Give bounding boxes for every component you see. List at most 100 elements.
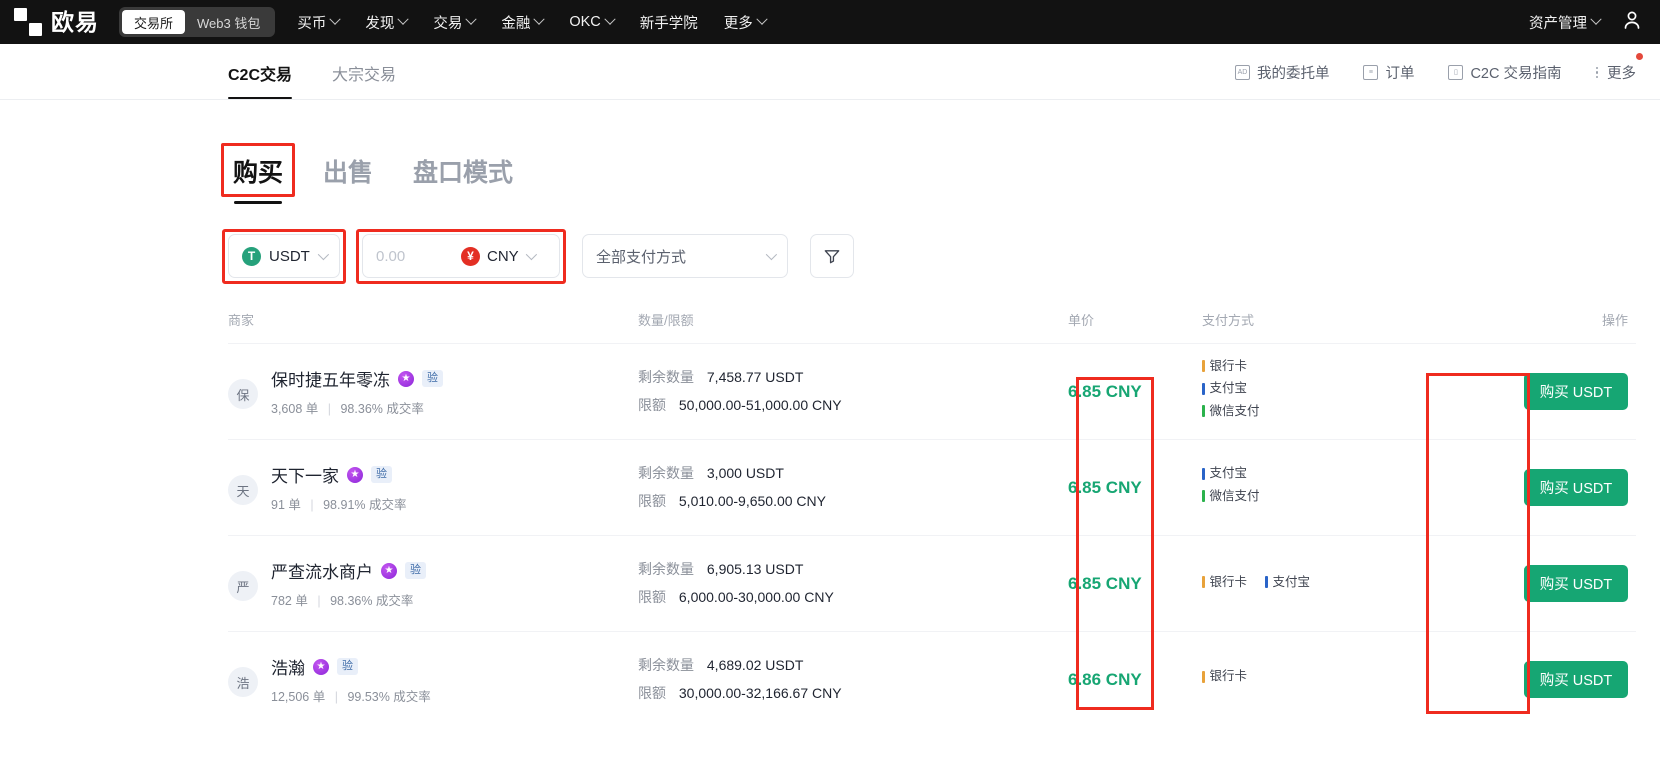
- payment-list: 支付宝 微信支付: [1202, 465, 1392, 507]
- link-label: C2C 交易指南: [1470, 66, 1562, 82]
- nav-label: 金融: [501, 15, 531, 32]
- payment-color-bar: [1202, 382, 1205, 395]
- buy-usdt-button[interactable]: 购买 USDT: [1524, 469, 1628, 506]
- action-cell: 购买 USDT: [1392, 661, 1636, 698]
- merchant-name[interactable]: 浩瀚: [271, 654, 305, 679]
- merchant-cell: 浩 浩瀚 ★ 验 12,506 单 | 99.53% 成交率: [228, 654, 638, 705]
- merchant-cell: 严 严查流水商户 ★ 验 782 单 | 98.36% 成交率: [228, 558, 638, 609]
- completion-rate: 98.36% 成交率: [340, 402, 424, 416]
- table-row[interactable]: 严 严查流水商户 ★ 验 782 单 | 98.36% 成交率 剩余数量 6,9…: [228, 535, 1636, 631]
- cny-currency-icon: ¥: [461, 246, 480, 266]
- payment-cell: 支付宝 微信支付: [1202, 465, 1392, 510]
- header-price: 单价: [1068, 313, 1095, 328]
- available-label: 剩余数量: [638, 465, 694, 482]
- brand-logo[interactable]: 欧易: [14, 8, 99, 36]
- payment-color-bar: [1202, 670, 1205, 683]
- nav-item-asset-management[interactable]: 资产管理: [1529, 12, 1602, 33]
- available-label: 剩余数量: [638, 657, 694, 674]
- limit-label: 限额: [638, 588, 666, 605]
- merchant-name[interactable]: 严查流水商户: [271, 558, 373, 583]
- amount-filter[interactable]: ¥ CNY: [362, 234, 560, 278]
- payment-name: 银行卡: [1209, 574, 1248, 589]
- nav-item-more[interactable]: 更多: [723, 12, 768, 33]
- tab-orderbook-mode[interactable]: 盘口模式: [408, 150, 518, 192]
- available-value: 6,905.13 USDT: [706, 561, 804, 578]
- account-avatar-button[interactable]: [1620, 8, 1644, 37]
- notification-dot: [1636, 53, 1643, 60]
- payment-list: 银行卡: [1202, 668, 1392, 687]
- stat-separator: |: [310, 498, 314, 512]
- avatar: 严: [228, 571, 258, 601]
- merchant-name[interactable]: 保时捷五年零冻: [271, 366, 390, 391]
- payment-method-select[interactable]: 全部支付方式: [582, 234, 788, 278]
- avatar: 天: [228, 475, 258, 505]
- nav-item-academy[interactable]: 新手学院: [640, 12, 698, 33]
- payment-tag: 银行卡: [1202, 358, 1392, 377]
- currency-select[interactable]: ¥ CNY: [461, 246, 546, 266]
- buy-usdt-button[interactable]: 购买 USDT: [1524, 661, 1628, 698]
- section-tabs: C2C交易 大宗交易: [228, 44, 396, 99]
- main-content: 购买 出售 盘口模式 T USDT ¥ CNY: [0, 100, 1660, 727]
- merchant-stats: 3,608 单 | 98.36% 成交率: [271, 398, 443, 417]
- tab-buy[interactable]: 购买: [221, 143, 296, 204]
- link-my-orders[interactable]: AD 我的委托单: [1234, 62, 1329, 83]
- available-value: 3,000 USDT: [706, 465, 784, 482]
- secondary-navigation-bar: C2C交易 大宗交易 AD 我的委托单 ≡ 订单 ▯ C2C 交易指南 更多: [0, 44, 1660, 100]
- order-count: 782 单: [271, 594, 308, 608]
- link-c2c-guide[interactable]: ▯ C2C 交易指南: [1448, 62, 1562, 83]
- tab-c2c-trading[interactable]: C2C交易: [228, 61, 293, 99]
- payment-name: 银行卡: [1209, 359, 1248, 374]
- tab-sell[interactable]: 出售: [318, 150, 378, 192]
- star-badge-icon: ★: [398, 370, 414, 387]
- merchant-cell: 天 天下一家 ★ 验 91 单 | 98.91% 成交率: [228, 462, 638, 513]
- nav-item-buy-crypto[interactable]: 买币: [297, 12, 342, 33]
- link-label: 订单: [1385, 66, 1415, 82]
- segment-web3-wallet[interactable]: Web3 钱包: [185, 10, 272, 34]
- limit-value: 5,010.00-9,650.00 CNY: [678, 492, 826, 509]
- table-row[interactable]: 保 保时捷五年零冻 ★ 验 3,608 单 | 98.36% 成交率 剩余数量 …: [228, 343, 1636, 439]
- stat-separator: |: [327, 402, 331, 416]
- nav-label: 新手学院: [639, 15, 698, 32]
- merchant-name[interactable]: 天下一家: [271, 462, 339, 487]
- limit-label: 限额: [638, 396, 666, 413]
- nav-label: 买币: [297, 15, 327, 32]
- table-row[interactable]: 天 天下一家 ★ 验 91 单 | 98.91% 成交率 剩余数量 3,000 …: [228, 439, 1636, 535]
- chevron-down-icon: [525, 248, 537, 261]
- segment-exchange[interactable]: 交易所: [122, 10, 186, 34]
- buy-usdt-button[interactable]: 购买 USDT: [1524, 565, 1628, 602]
- more-vertical-icon: [1595, 66, 1598, 79]
- coin-select[interactable]: T USDT: [228, 234, 340, 278]
- payment-cell: 银行卡: [1202, 668, 1392, 690]
- nav-label: 更多: [723, 15, 753, 32]
- nav-item-finance[interactable]: 金融: [501, 12, 546, 33]
- link-orders[interactable]: ≡ 订单: [1363, 62, 1414, 83]
- table-row[interactable]: 浩 浩瀚 ★ 验 12,506 单 | 99.53% 成交率 剩余数量 4,68…: [228, 631, 1636, 727]
- nav-label: OKC: [569, 14, 601, 30]
- nav-item-discover[interactable]: 发现: [365, 12, 410, 33]
- link-more[interactable]: 更多: [1595, 53, 1643, 83]
- amount-cell: 剩余数量 3,000 USDT 限额 5,010.00-9,650.00 CNY: [638, 460, 1068, 515]
- unit-price: 6.86 CNY: [1068, 669, 1142, 689]
- nav-item-okc[interactable]: OKC: [569, 13, 616, 30]
- user-icon: [1624, 11, 1640, 29]
- verified-badge: 验: [337, 658, 358, 675]
- price-cell: 6.85 CNY: [1068, 382, 1202, 402]
- amount-input[interactable]: [363, 235, 461, 277]
- limit-value: 50,000.00-51,000.00 CNY: [678, 396, 842, 413]
- limit-row: 限额 6,000.00-30,000.00 CNY: [638, 584, 1068, 611]
- header-merchant: 商家: [228, 313, 255, 328]
- coin-select-wrapper: T USDT: [222, 229, 346, 284]
- product-switch[interactable]: 交易所 Web3 钱包: [119, 7, 276, 37]
- limit-label: 限额: [638, 684, 666, 701]
- filter-button[interactable]: [810, 234, 854, 278]
- chevron-down-icon: [756, 13, 768, 25]
- currency-label: CNY: [487, 247, 519, 265]
- nav-right-group: 资产管理: [1529, 8, 1644, 37]
- star-badge-icon: ★: [347, 466, 363, 483]
- tab-block-trading[interactable]: 大宗交易: [332, 61, 396, 99]
- nav-item-trade[interactable]: 交易: [433, 12, 478, 33]
- payment-tag: 银行卡: [1202, 668, 1392, 687]
- payment-tag: 微信支付: [1202, 488, 1392, 507]
- buy-usdt-button[interactable]: 购买 USDT: [1524, 373, 1628, 410]
- nav-label: 发现: [365, 15, 395, 32]
